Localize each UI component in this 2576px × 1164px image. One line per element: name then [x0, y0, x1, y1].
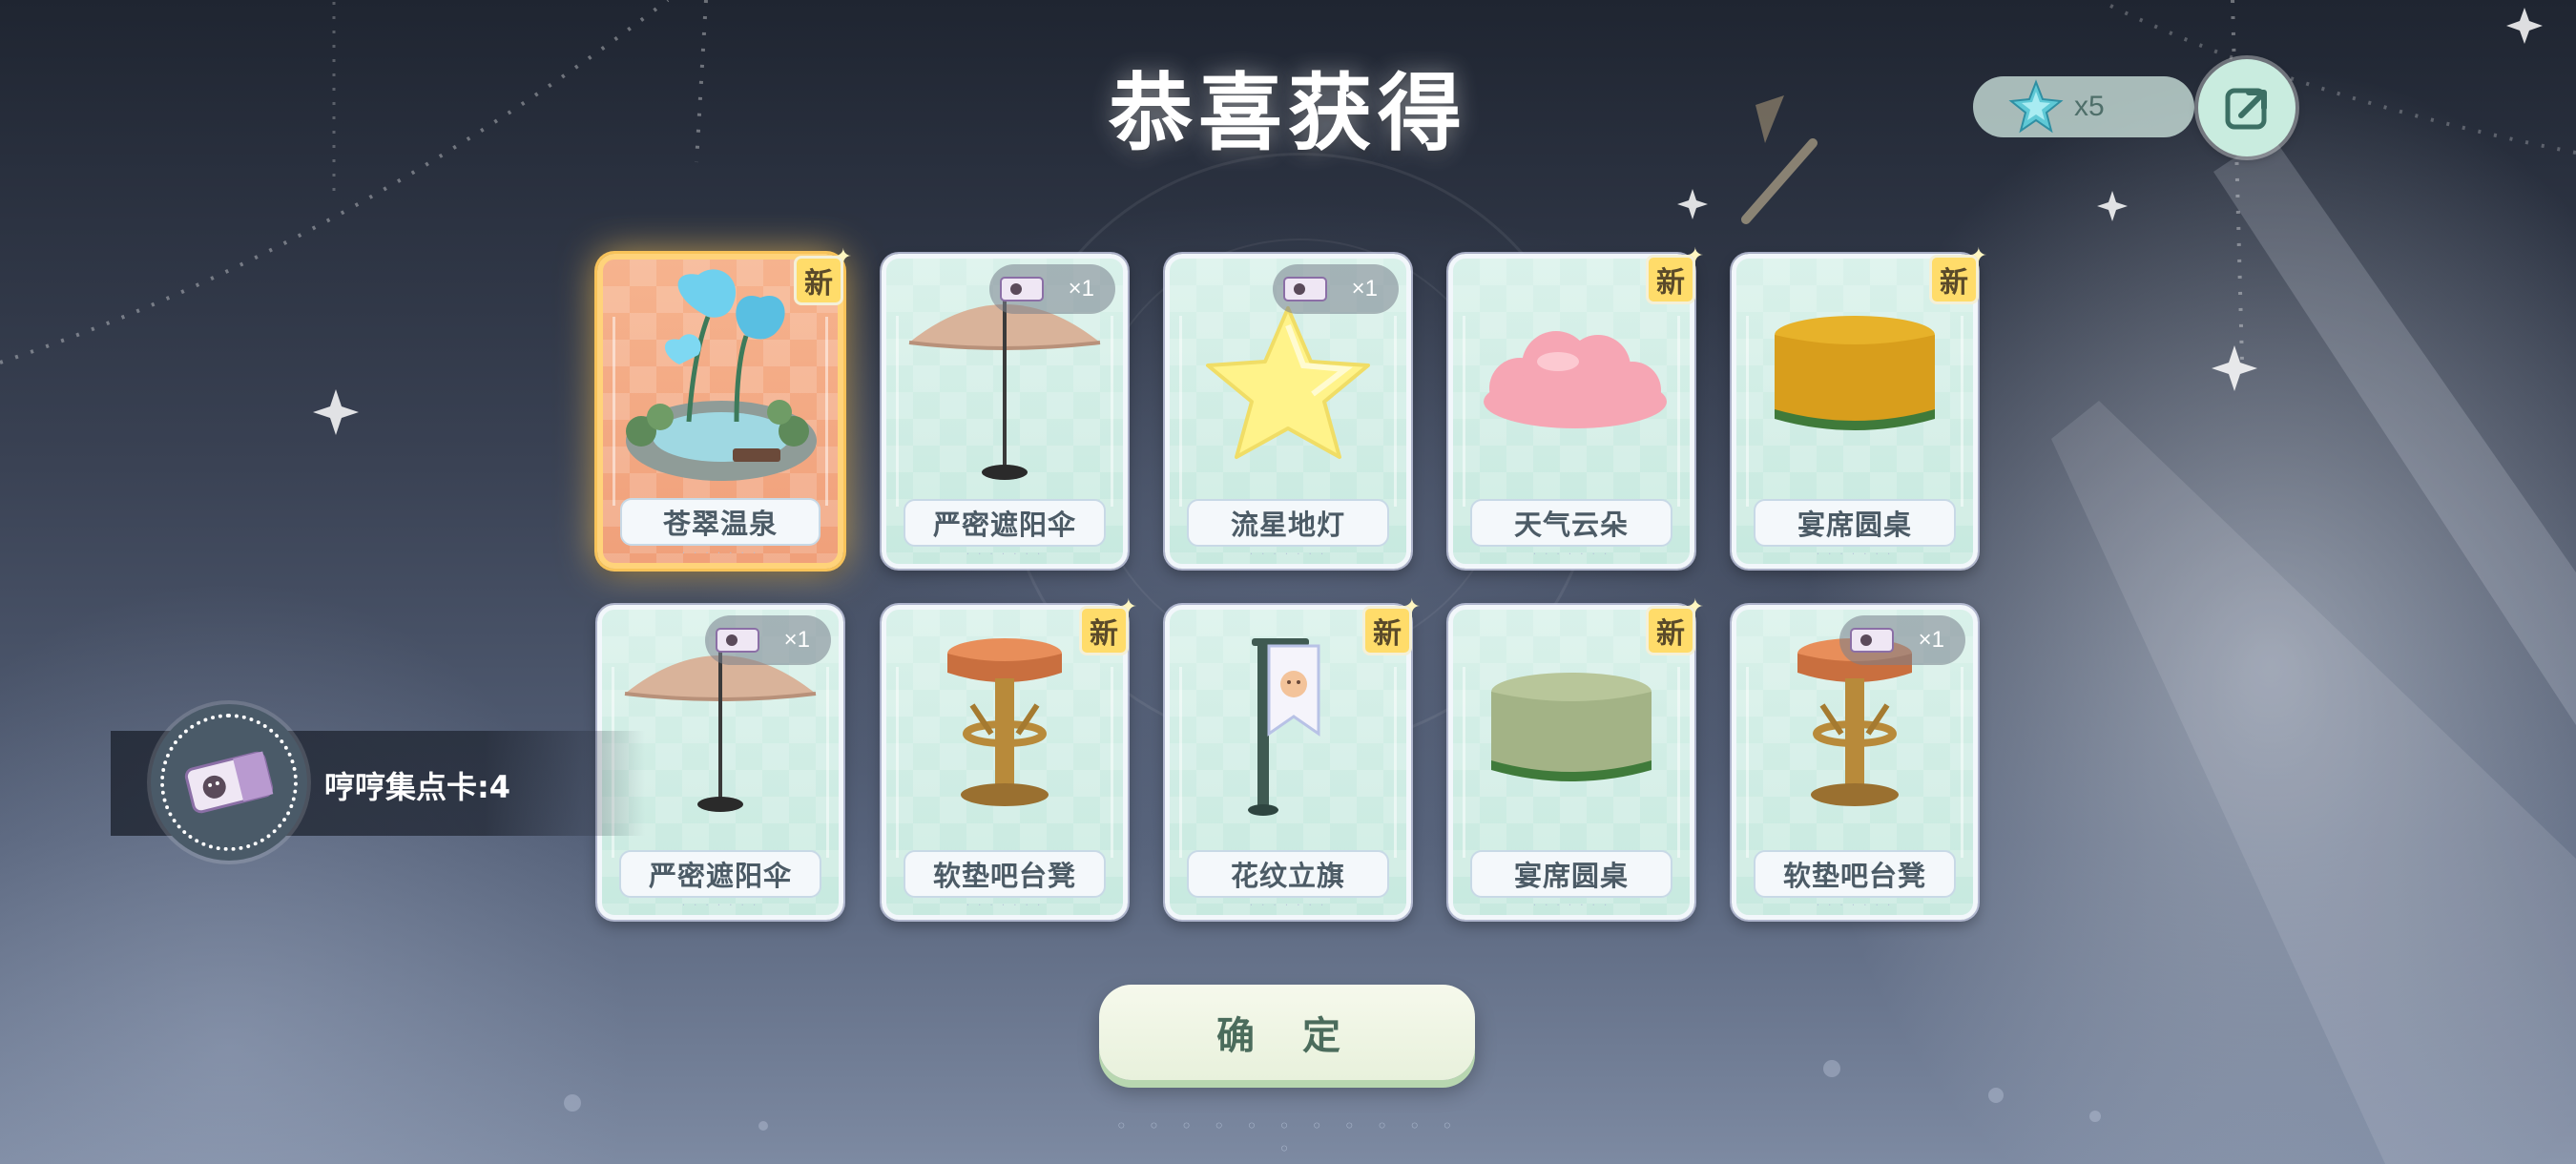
reward-card[interactable]: ×1 流星地灯 · · · · · · ·	[1165, 254, 1411, 569]
reward-name: 宴席圆桌	[1470, 850, 1672, 898]
reward-card[interactable]: 新 ✦ 花纹立旗 · · · · · · ·	[1165, 595, 1421, 920]
reward-card[interactable]: 新 ✦ 宴席圆桌 · · · · · · ·	[1732, 244, 1987, 569]
reward-name: 宴席圆桌	[1754, 499, 1956, 547]
ticket-icon	[1000, 277, 1044, 301]
quantity-badge: ×1	[705, 615, 831, 665]
reward-name: 天气云朵	[1470, 499, 1672, 547]
ticket-icon	[1850, 628, 1894, 653]
reward-card[interactable]: ×1 严密遮阳伞 · · · · · · ·	[882, 254, 1128, 569]
new-badge: 新 ✦	[1646, 595, 1704, 655]
reward-name: 严密遮阳伞	[619, 850, 821, 898]
share-button[interactable]	[2198, 59, 2296, 156]
reward-card[interactable]: 新 ✦ 宴席圆桌 · · · · · · ·	[1448, 595, 1704, 920]
bottom-decoration: ◦ ◦ ◦ ◦ ◦ ◦ ◦ ◦ ◦ ◦ ◦ ◦	[1115, 1114, 1461, 1160]
stamp-card-count: 哼哼集点卡:4	[324, 769, 511, 805]
reward-name: 花纹立旗	[1187, 850, 1389, 898]
new-badge: 新 ✦	[1646, 244, 1704, 304]
reward-card[interactable]: 新 ✦ 软垫吧台凳 · · · · · · ·	[882, 595, 1137, 920]
stamp-card-icon-frame	[151, 704, 307, 861]
reward-name: 严密遮阳伞	[904, 499, 1106, 547]
currency-count: x5	[2074, 91, 2105, 122]
reward-name: 软垫吧台凳	[904, 850, 1106, 898]
currency-counter: x5	[1973, 76, 2194, 137]
confirm-button[interactable]: 确 定	[1099, 985, 1475, 1080]
new-badge: 新 ✦	[794, 245, 852, 305]
reward-name: 苍翠温泉	[620, 498, 821, 546]
quantity-badge: ×1	[989, 264, 1115, 314]
reward-card[interactable]: ×1 软垫吧台凳 · · · · · · ·	[1732, 605, 1978, 920]
quantity-badge: ×1	[1839, 615, 1965, 665]
ticket-icon	[1283, 277, 1327, 301]
ticket-icon	[716, 628, 759, 653]
reward-name: 流星地灯	[1187, 499, 1389, 547]
star-gem-icon	[2008, 79, 2064, 134]
page-title: 恭喜获得	[1108, 64, 1467, 162]
reward-name: 软垫吧台凳	[1754, 850, 1956, 898]
new-badge: 新 ✦	[1929, 244, 1987, 304]
new-badge: 新 ✦	[1079, 595, 1137, 655]
reward-card[interactable]: 新 ✦ 苍翠温泉 · · · · · · ·	[597, 245, 852, 569]
share-icon	[2225, 88, 2267, 130]
quantity-badge: ×1	[1273, 264, 1399, 314]
reward-card[interactable]: 新 ✦ 天气云朵 · · · · · · ·	[1448, 244, 1704, 569]
new-badge: 新 ✦	[1362, 595, 1421, 655]
